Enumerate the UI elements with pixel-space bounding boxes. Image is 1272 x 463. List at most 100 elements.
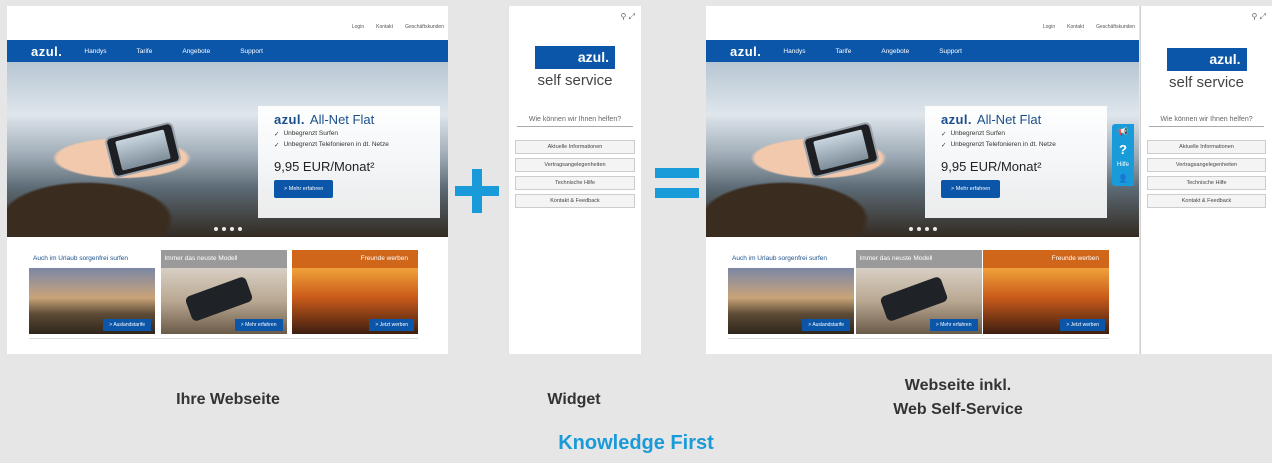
combined-widget-panel: ⚲ ⤢ azul. self service Wie können wir Ih… [1140,6,1272,354]
plus-icon [455,169,499,213]
nav-item-handys[interactable]: Handys [783,48,805,55]
widget-logo: azul. [535,46,615,69]
hero-banner: azul. All-Net Flat ✓ Unbegrenzt Surfen ✓ U… [7,62,448,237]
teaser-button[interactable]: > Auslandstarife [802,319,850,331]
widget-button-contact[interactable]: Kontakt & Feedback [1147,194,1266,208]
widget-subtitle: self service [537,72,613,89]
business-link[interactable]: Geschäftskunden [1096,24,1135,30]
promo-bullet: ✓ Unbegrenzt Surfen [941,130,1006,138]
nav-item-handys[interactable]: Handys [84,48,106,55]
check-icon: ✓ [941,131,947,138]
check-icon: ✓ [274,142,280,149]
teaser-button[interactable]: > Auslandstarife [103,319,151,331]
teaser-title: Freunde werben [983,250,1109,268]
promo-box: azul. All-Net Flat ✓ Unbegrenzt Surfen ✓ U… [925,106,1107,218]
promo-product: All-Net Flat [976,112,1042,127]
megaphone-icon: 📢 [1118,126,1128,136]
nav-item-tarife[interactable]: Tarife [835,48,851,55]
website-mockup-panel: Login Kontakt Geschäftskunden azul. Hand… [7,6,448,354]
promo-bullet: ✓ Unbegrenzt Telefonieren in dt. Netze [274,141,389,149]
main-nav: azul. Handys Tarife Angebote Support [706,40,1139,62]
promo-price: 9,95 EUR/Monat² [274,159,375,174]
combined-website-panel: Login Kontakt Geschäftskunden azul. Hand… [706,6,1139,354]
teaser-button[interactable]: > Mehr erfahren [234,319,283,331]
teaser-row: Auch im Urlaub sorgenfrei surfen > Ausla… [7,250,448,334]
check-icon: ✓ [941,142,947,149]
user-icon: 👤 [1118,174,1128,184]
teaser-button[interactable]: > Mehr erfahren [929,319,978,331]
widget-question: Wie können wir Ihnen helfen? [1149,116,1264,127]
teaser-button[interactable]: > Jetzt werben [1060,319,1105,331]
teaser-title: Auch im Urlaub sorgenfrei surfen [33,255,129,262]
widget-button-news[interactable]: Aktuelle Informationen [515,140,635,154]
teaser-title: Auch im Urlaub sorgenfrei surfen [732,255,828,262]
contact-link[interactable]: Kontakt [1067,24,1084,30]
widget-button-tech-help[interactable]: Technische Hilfe [1147,176,1266,190]
help-side-tab[interactable]: 📢 ? Hilfe 👤 [1112,124,1134,186]
hero-phone-image [104,120,183,179]
promo-box: azul. All-Net Flat ✓ Unbegrenzt Surfen ✓ U… [258,106,440,218]
promo-title: azul. All-Net Flat [274,112,440,127]
teaser-button[interactable]: > Jetzt werben [369,319,414,331]
search-expand-icon[interactable]: ⚲ ⤢ [621,12,635,22]
nav-item-angebote[interactable]: Angebote [881,48,909,55]
divider [728,338,1109,339]
promo-more-button[interactable]: > Mehr erfahren [941,180,1001,198]
top-links: Login Kontakt Geschäftskunden [352,24,444,30]
widget-button-tech-help[interactable]: Technische Hilfe [515,176,635,190]
login-link[interactable]: Login [352,24,364,30]
nav-item-tarife[interactable]: Tarife [136,48,152,55]
widget-question: Wie können wir Ihnen helfen? [517,116,633,127]
promo-brand: azul. [274,112,305,127]
teaser-card[interactable]: Freunde werben > Jetzt werben [983,250,1109,334]
contact-link[interactable]: Kontakt [376,24,393,30]
login-link[interactable]: Login [1043,24,1055,30]
knowledge-first-heading: Knowledge First [558,432,714,454]
website-b: Login Kontakt Geschäftskunden azul. Hand… [706,6,1139,354]
caption-combined: Webseite inkl. Web Self-Service [848,374,1068,422]
promo-bullet: ✓ Unbegrenzt Telefonieren in dt. Netze [941,141,1056,149]
carousel-dots[interactable] [908,227,937,231]
promo-title: azul. All-Net Flat [941,112,1107,127]
nav-item-support[interactable]: Support [240,48,263,55]
promo-brand: azul. [941,112,972,127]
widget-button-news[interactable]: Aktuelle Informationen [1147,140,1266,154]
widget-button-contract[interactable]: Vertragsangelegenheiten [1147,158,1266,172]
promo-product: All-Net Flat [309,112,375,127]
help-tab-label: Hilfe [1116,162,1129,169]
widget-logo: azul. [1166,48,1247,71]
divider [29,338,418,339]
caption-combined-line2: Web Self-Service [893,401,1023,418]
carousel-dots[interactable] [213,227,242,231]
nav-item-angebote[interactable]: Angebote [182,48,210,55]
site-logo[interactable]: azul. [7,44,84,59]
widget-buttons: Aktuelle Informationen Vertragsangelegen… [1147,140,1266,212]
widget-buttons: Aktuelle Informationen Vertragsangelegen… [515,140,635,212]
teaser-title: Freunde werben [292,250,418,268]
question-icon: ? [1119,141,1127,157]
teaser-card[interactable]: Immer das neuste Modell > Mehr erfahren [855,250,982,334]
promo-price: 9,95 EUR/Monat² [941,159,1042,174]
promo-more-button[interactable]: > Mehr erfahren [274,180,334,198]
check-icon: ✓ [274,131,280,138]
teaser-card[interactable]: Auch im Urlaub sorgenfrei surfen > Ausla… [29,250,155,334]
caption-website: Ihre Webseite [176,391,280,408]
teaser-card[interactable]: Freunde werben > Jetzt werben [292,250,418,334]
widget-button-contract[interactable]: Vertragsangelegenheiten [515,158,635,172]
hero-banner: azul. All-Net Flat ✓ Unbegrenzt Surfen ✓ U… [706,62,1139,237]
teaser-title: Immer das neuste Modell [160,250,287,268]
caption-widget: Widget [547,391,601,408]
equals-icon [655,168,699,198]
teaser-card[interactable]: Auch im Urlaub sorgenfrei surfen > Ausla… [728,250,854,334]
widget-button-contact[interactable]: Kontakt & Feedback [515,194,635,208]
teaser-title: Immer das neuste Modell [855,250,982,268]
teaser-card[interactable]: Immer das neuste Modell > Mehr erfahren [160,250,287,334]
search-expand-icon[interactable]: ⚲ ⤢ [1252,12,1266,22]
promo-bullet: ✓ Unbegrenzt Surfen [274,130,339,138]
top-links: Login Kontakt Geschäftskunden [1043,24,1135,30]
widget-subtitle: self service [1168,74,1245,91]
business-link[interactable]: Geschäftskunden [405,24,444,30]
site-logo[interactable]: azul. [706,44,783,59]
widget-panel: ⚲ ⤢ azul. self service Wie können wir Ih… [509,6,641,354]
nav-item-support[interactable]: Support [939,48,962,55]
